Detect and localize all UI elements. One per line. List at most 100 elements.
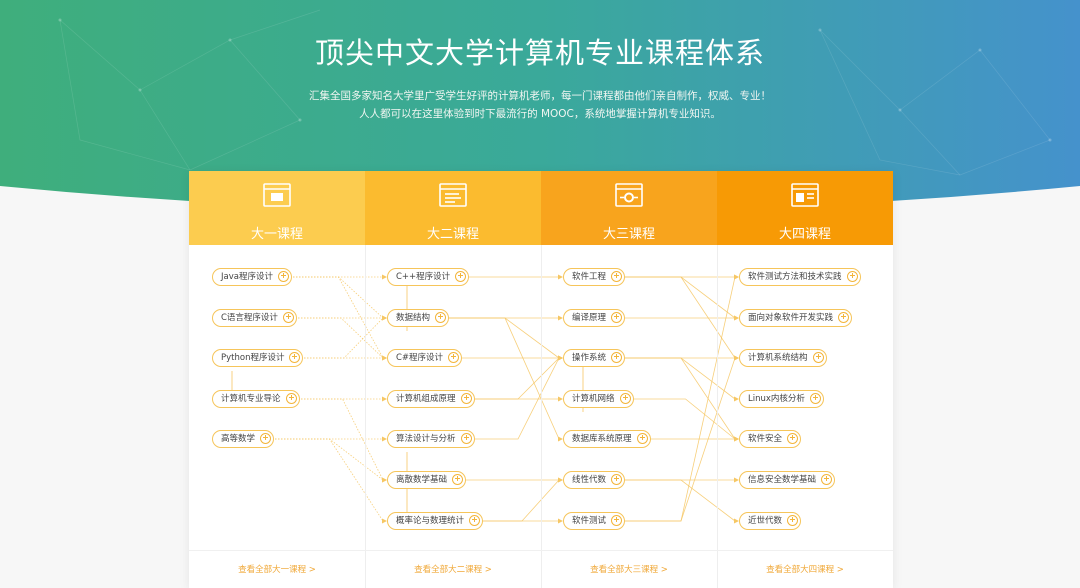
course-name: 数据库系统原理 <box>572 434 632 444</box>
curriculum-panel: 大一课程 大二课程 大三课程 大四课程 Java程序设计 C语言程序设计 Pyt… <box>189 171 893 588</box>
course-pill[interactable]: Linux内核分析 <box>739 390 824 408</box>
course-name: 离散数学基础 <box>396 475 448 485</box>
course-pill[interactable]: 计算机系统结构 <box>739 349 827 367</box>
plus-circle-icon[interactable] <box>461 392 472 404</box>
course-name: 软件测试 <box>572 516 607 526</box>
subtitle-line-2: 人人都可以在这里体验到时下最流行的 MOOC，系统地掌握计算机专业知识。 <box>359 108 721 120</box>
course-pill[interactable]: 计算机网络 <box>563 390 634 408</box>
course-name: Java程序设计 <box>221 272 273 282</box>
plus-circle-icon[interactable] <box>810 392 821 404</box>
connector-line <box>473 357 560 400</box>
plus-circle-icon[interactable] <box>260 432 271 444</box>
plus-circle-icon[interactable] <box>289 351 300 363</box>
connector-line <box>447 317 560 359</box>
course-pill[interactable]: 计算机专业导论 <box>212 390 300 408</box>
connector-line <box>447 317 560 440</box>
plus-circle-icon[interactable] <box>461 432 472 444</box>
course-name: 操作系统 <box>572 353 607 363</box>
column-label-year4: 大四课程 <box>778 227 831 242</box>
course-name: 近世代数 <box>748 516 783 526</box>
plus-circle-icon[interactable] <box>611 311 622 323</box>
plus-circle-icon[interactable] <box>787 432 798 444</box>
course-name: C#程序设计 <box>396 353 444 363</box>
course-name: 计算机专业导论 <box>221 394 281 404</box>
column-header-year1[interactable]: 大一课程 <box>189 171 365 245</box>
plus-circle-icon[interactable] <box>821 473 832 485</box>
plus-circle-icon[interactable] <box>455 270 466 282</box>
plus-circle-icon[interactable] <box>435 311 446 323</box>
column-header-year4[interactable]: 大四课程 <box>717 171 893 245</box>
course-name: 面向对象软件开发实践 <box>748 313 834 323</box>
course-name: 计算机组成原理 <box>396 394 456 404</box>
course-pill[interactable]: 线性代数 <box>563 471 625 489</box>
course-pill[interactable]: 软件工程 <box>563 268 625 286</box>
plus-circle-icon[interactable] <box>452 473 463 485</box>
plus-circle-icon[interactable] <box>283 311 294 323</box>
view-all-year1-link[interactable]: 查看全部大一课程 > <box>189 563 365 575</box>
course-pill[interactable]: 软件测试方法和技术实践 <box>739 268 861 286</box>
course-pill[interactable]: 计算机组成原理 <box>387 390 475 408</box>
layout-window-icon <box>791 183 819 207</box>
view-all-year3-link[interactable]: 查看全部大三课程 > <box>541 563 717 575</box>
course-pill[interactable]: 编译原理 <box>563 309 625 327</box>
connector-line <box>623 276 736 359</box>
plus-circle-icon[interactable] <box>813 351 824 363</box>
plus-circle-icon[interactable] <box>611 514 622 526</box>
course-name: 线性代数 <box>572 475 607 485</box>
column-label-year3: 大三课程 <box>602 227 655 242</box>
course-pill[interactable]: 信息安全数学基础 <box>739 471 835 489</box>
course-name: 计算机网络 <box>572 394 615 404</box>
course-pill[interactable]: 高等数学 <box>212 430 274 448</box>
course-name: Linux内核分析 <box>748 394 805 404</box>
course-pill[interactable]: Java程序设计 <box>212 268 292 286</box>
course-pill[interactable]: 面向对象软件开发实践 <box>739 309 852 327</box>
course-pill[interactable]: 数据库系统原理 <box>563 430 651 448</box>
course-name: C语言程序设计 <box>221 313 278 323</box>
connector-line <box>290 276 384 359</box>
column-label-year2: 大二课程 <box>426 227 479 242</box>
course-pill[interactable]: 算法设计与分析 <box>387 430 475 448</box>
plus-circle-icon[interactable] <box>286 392 297 404</box>
course-pill[interactable]: 概率论与数理统计 <box>387 512 483 530</box>
course-name: 软件安全 <box>748 434 783 444</box>
course-pill[interactable]: 离散数学基础 <box>387 471 466 489</box>
course-name: 计算机系统结构 <box>748 353 808 363</box>
plus-circle-icon[interactable] <box>838 311 849 323</box>
plus-circle-icon[interactable] <box>469 514 480 526</box>
column-divider <box>717 245 718 588</box>
connector-line <box>298 398 384 481</box>
plus-circle-icon[interactable] <box>448 351 459 363</box>
course-name: 软件测试方法和技术实践 <box>748 272 842 282</box>
view-all-year4-link[interactable]: 查看全部大四课程 > <box>717 563 893 575</box>
course-pill[interactable]: 数据结构 <box>387 309 449 327</box>
course-pill[interactable]: 操作系统 <box>563 349 625 367</box>
plus-circle-icon[interactable] <box>637 432 648 444</box>
course-name: 高等数学 <box>221 434 256 444</box>
connector-line <box>272 438 384 481</box>
course-name: C++程序设计 <box>396 272 451 282</box>
column-header-year3[interactable]: 大三课程 <box>541 171 717 245</box>
connector-line <box>623 479 736 522</box>
course-pill[interactable]: C#程序设计 <box>387 349 462 367</box>
plus-circle-icon[interactable] <box>787 514 798 526</box>
course-pill[interactable]: 软件测试 <box>563 512 625 530</box>
plus-circle-icon[interactable] <box>611 351 622 363</box>
view-all-year2-link[interactable]: 查看全部大二课程 > <box>365 563 541 575</box>
course-pill[interactable]: C语言程序设计 <box>212 309 297 327</box>
plus-circle-icon[interactable] <box>620 392 631 404</box>
course-pill[interactable]: Python程序设计 <box>212 349 303 367</box>
course-pill[interactable]: C++程序设计 <box>387 268 469 286</box>
plus-circle-icon[interactable] <box>278 270 289 282</box>
plus-circle-icon[interactable] <box>611 270 622 282</box>
plus-circle-icon[interactable] <box>847 270 858 282</box>
plus-circle-icon[interactable] <box>611 473 622 485</box>
connector-line <box>623 276 736 319</box>
connector-line <box>272 438 384 522</box>
course-name: 数据结构 <box>396 313 431 323</box>
course-pill[interactable]: 近世代数 <box>739 512 801 530</box>
column-header-year2[interactable]: 大二课程 <box>365 171 541 245</box>
course-pill[interactable]: 软件安全 <box>739 430 801 448</box>
course-name: 概率论与数理统计 <box>396 516 465 526</box>
gear-window-icon <box>615 183 643 207</box>
subtitle-line-1: 汇集全国多家知名大学里广受学生好评的计算机老师，每一门课程都由他们亲自制作，权威… <box>309 90 771 102</box>
